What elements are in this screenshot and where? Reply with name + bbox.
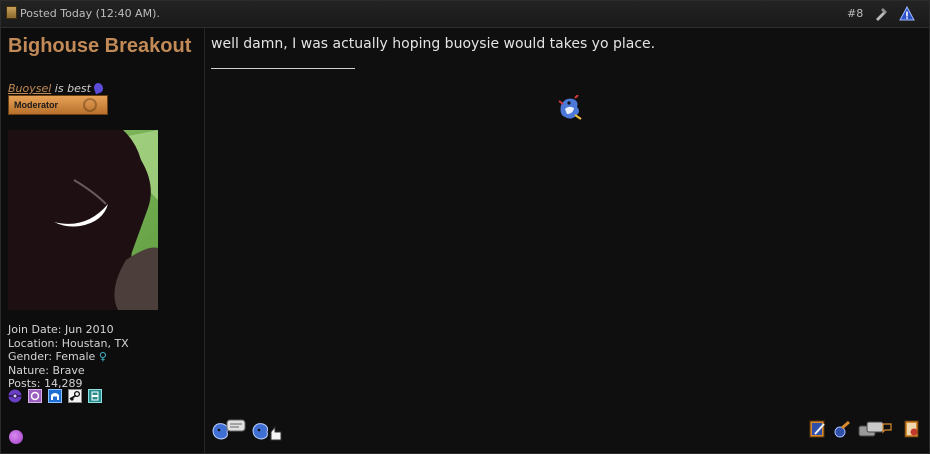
post-message: well damn, I was actually hoping buoysie… <box>211 36 656 52</box>
device-badge-icon[interactable] <box>88 389 102 403</box>
house-badge-icon[interactable] <box>48 389 62 403</box>
user-title-link[interactable]: Buoysel <box>8 82 51 95</box>
post-number-link[interactable]: #8 <box>847 7 863 20</box>
posted-text: Posted Today (12:40 AM). <box>20 7 160 20</box>
like-icon[interactable] <box>251 418 283 442</box>
nature: Nature: Brave <box>8 363 85 377</box>
signature-divider <box>211 68 355 69</box>
user-title: Buoysel is best <box>8 81 105 95</box>
post-date: Posted Today (12:40 AM). <box>6 6 160 20</box>
username-link[interactable]: Bighouse Breakout <box>8 35 198 58</box>
multi-quote-icon[interactable] <box>857 420 893 438</box>
gender-text: Gender: Female <box>8 350 96 363</box>
reply-icon[interactable] <box>903 420 921 438</box>
gem-icon <box>92 81 105 95</box>
location: Location: Houstan, TX <box>8 336 129 350</box>
rank-badge: Moderator <box>8 95 108 115</box>
pokeball-icon <box>83 98 97 112</box>
forum-post: Posted Today (12:40 AM). #8 Bighouse Bre… <box>0 0 930 454</box>
join-date: Join Date: Jun 2010 <box>8 323 114 336</box>
document-icon <box>6 6 17 19</box>
reputation-icon[interactable] <box>211 418 247 442</box>
online-status-icon <box>9 430 23 444</box>
edit-icon[interactable] <box>809 420 827 438</box>
report-icon[interactable] <box>873 6 889 22</box>
female-icon: ♀ <box>98 350 107 363</box>
pokemon-sprite-icon <box>558 95 582 120</box>
quote-icon[interactable] <box>833 420 851 438</box>
warning-icon[interactable] <box>899 6 915 22</box>
avatar[interactable] <box>8 130 158 310</box>
gender: Gender: Female ♀ <box>8 350 129 364</box>
user-sidebar: Bighouse Breakout Buoysel is best Modera… <box>1 28 205 453</box>
user-info: Join Date: Jun 2010 Location: Houstan, T… <box>8 323 129 391</box>
user-title-text: is best <box>51 82 91 95</box>
steam-icon[interactable] <box>68 389 82 403</box>
post-header: Posted Today (12:40 AM). #8 <box>1 1 929 28</box>
rank-label: Moderator <box>14 100 59 110</box>
circle-badge-icon[interactable] <box>28 389 42 403</box>
pokeball-purple-icon[interactable] <box>8 389 22 403</box>
post-content: well damn, I was actually hoping buoysie… <box>205 28 929 453</box>
